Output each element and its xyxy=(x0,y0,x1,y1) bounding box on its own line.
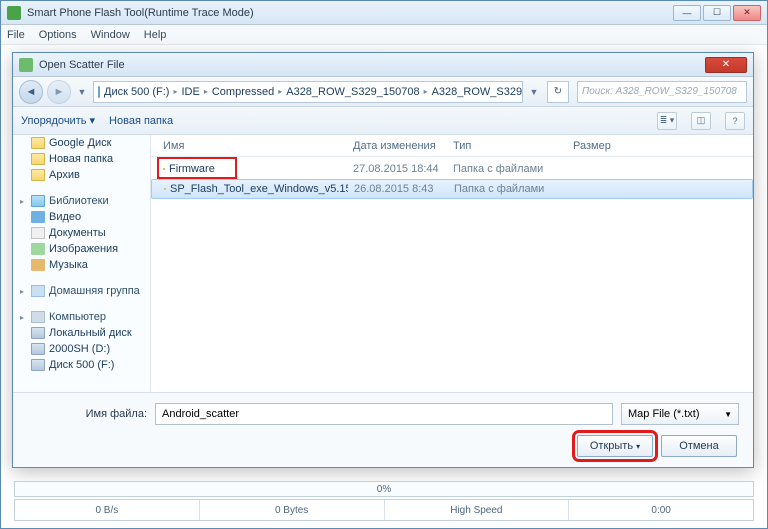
sidebar-item[interactable]: Диск 500 (F:) xyxy=(13,357,150,373)
crumb-3[interactable]: A328_ROW_S329_150708 xyxy=(286,82,419,102)
refresh-button[interactable]: ↻ xyxy=(547,81,569,103)
sidebar-item[interactable]: Google Диск xyxy=(13,135,150,151)
breadcrumb-bar[interactable]: Диск 500 (F:)▸ IDE▸ Compressed▸ A328_ROW… xyxy=(93,81,523,103)
organize-menu[interactable]: Упорядочить ▾ xyxy=(21,114,95,127)
app-maximize-button[interactable]: ☐ xyxy=(703,5,731,21)
dialog-titlebar: Open Scatter File ✕ xyxy=(13,53,753,77)
new-folder-button[interactable]: Новая папка xyxy=(109,115,173,127)
nav-back-button[interactable]: ◄ xyxy=(19,80,43,104)
nav-forward-button[interactable]: ► xyxy=(47,80,71,104)
folder-icon xyxy=(164,188,166,190)
status-row: 0 B/s 0 Bytes High Speed 0:00 xyxy=(14,499,754,521)
file-date: 27.08.2015 18:44 xyxy=(347,163,447,175)
crumb-0[interactable]: Диск 500 (F:) xyxy=(104,82,169,102)
filename-input[interactable] xyxy=(155,403,613,425)
dialog-title: Open Scatter File xyxy=(39,59,125,71)
sidebar-item[interactable]: Документы xyxy=(13,225,150,241)
status-bytes: 0 Bytes xyxy=(200,500,385,520)
file-list-header: Имя Дата изменения Тип Размер xyxy=(151,135,753,157)
status-mode: High Speed xyxy=(385,500,570,520)
sidebar-libraries[interactable]: ▸Библиотеки xyxy=(13,193,150,209)
cancel-button[interactable]: Отмена xyxy=(661,435,737,457)
status-speed: 0 B/s xyxy=(15,500,200,520)
help-button[interactable]: ? xyxy=(725,112,745,130)
file-list: Имя Дата изменения Тип Размер Firmware 2… xyxy=(151,135,753,392)
highlight-firmware xyxy=(157,157,237,179)
col-size[interactable]: Размер xyxy=(567,140,647,152)
sidebar-item[interactable]: 2000SH (D:) xyxy=(13,341,150,357)
app-close-button[interactable]: ✕ xyxy=(733,5,761,21)
sidebar-item[interactable]: Видео xyxy=(13,209,150,225)
app-menubar: File Options Window Help xyxy=(1,25,767,45)
filename-label: Имя файла: xyxy=(27,408,147,420)
app-icon xyxy=(7,6,21,20)
dialog-close-button[interactable]: ✕ xyxy=(705,57,747,73)
open-file-dialog: Open Scatter File ✕ ◄ ► ▼ Диск 500 (F:)▸… xyxy=(12,52,754,468)
crumb-2[interactable]: Compressed xyxy=(212,82,274,102)
menu-help[interactable]: Help xyxy=(144,29,167,41)
file-row[interactable]: Firmware 27.08.2015 18:44 Папка с файлам… xyxy=(151,159,753,179)
file-type: Папка с файлами xyxy=(448,183,568,195)
open-button[interactable]: Открыть ▾ xyxy=(577,435,653,457)
dialog-navbar: ◄ ► ▼ Диск 500 (F:)▸ IDE▸ Compressed▸ A3… xyxy=(13,77,753,107)
menu-options[interactable]: Options xyxy=(39,29,77,41)
dialog-footer: Имя файла: Map File (*.txt)▼ Открыть ▾ О… xyxy=(13,392,753,467)
sidebar-homegroup[interactable]: ▸Домашняя группа xyxy=(13,283,150,299)
sidebar-item[interactable]: Локальный диск xyxy=(13,325,150,341)
search-input[interactable]: Поиск: A328_ROW_S329_150708 xyxy=(577,81,747,103)
app-titlebar: Smart Phone Flash Tool(Runtime Trace Mod… xyxy=(1,1,767,25)
col-name[interactable]: Имя xyxy=(157,140,347,152)
file-type: Папка с файлами xyxy=(447,163,567,175)
file-name: SP_Flash_Tool_exe_Windows_v5.1520.00.... xyxy=(158,183,348,195)
filetype-dropdown[interactable]: Map File (*.txt)▼ xyxy=(621,403,739,425)
dialog-icon xyxy=(19,58,33,72)
sidebar-item[interactable]: Новая папка xyxy=(13,151,150,167)
app-minimize-button[interactable]: — xyxy=(673,5,701,21)
sidebar-item[interactable]: Изображения xyxy=(13,241,150,257)
drive-icon xyxy=(98,86,100,98)
nav-history-dropdown[interactable]: ▼ xyxy=(75,80,89,104)
menu-file[interactable]: File xyxy=(7,29,25,41)
col-date[interactable]: Дата изменения xyxy=(347,140,447,152)
dialog-toolbar: Упорядочить ▾ Новая папка ≣ ▾ ◫ ? xyxy=(13,107,753,135)
crumb-4[interactable]: A328_ROW_S329_150708 xyxy=(432,82,523,102)
sidebar: Google Диск Новая папка Архив ▸Библиотек… xyxy=(13,135,151,392)
app-title: Smart Phone Flash Tool(Runtime Trace Mod… xyxy=(27,7,254,19)
view-mode-button[interactable]: ≣ ▾ xyxy=(657,112,677,130)
breadcrumb-dropdown[interactable]: ▼ xyxy=(527,80,541,104)
status-area: 0% 0 B/s 0 Bytes High Speed 0:00 xyxy=(14,481,754,523)
sidebar-item[interactable]: Архив xyxy=(13,167,150,183)
search-placeholder: Поиск: A328_ROW_S329_150708 xyxy=(582,86,737,97)
crumb-1[interactable]: IDE xyxy=(182,82,200,102)
dialog-body: Google Диск Новая папка Архив ▸Библиотек… xyxy=(13,135,753,392)
sidebar-computer[interactable]: ▸Компьютер xyxy=(13,309,150,325)
preview-pane-button[interactable]: ◫ xyxy=(691,112,711,130)
status-time: 0:00 xyxy=(569,500,753,520)
file-row[interactable]: SP_Flash_Tool_exe_Windows_v5.1520.00....… xyxy=(151,179,753,199)
menu-window[interactable]: Window xyxy=(91,29,130,41)
sidebar-item[interactable]: Музыка xyxy=(13,257,150,273)
col-type[interactable]: Тип xyxy=(447,140,567,152)
progress-bar: 0% xyxy=(14,481,754,497)
file-date: 26.08.2015 8:43 xyxy=(348,183,448,195)
